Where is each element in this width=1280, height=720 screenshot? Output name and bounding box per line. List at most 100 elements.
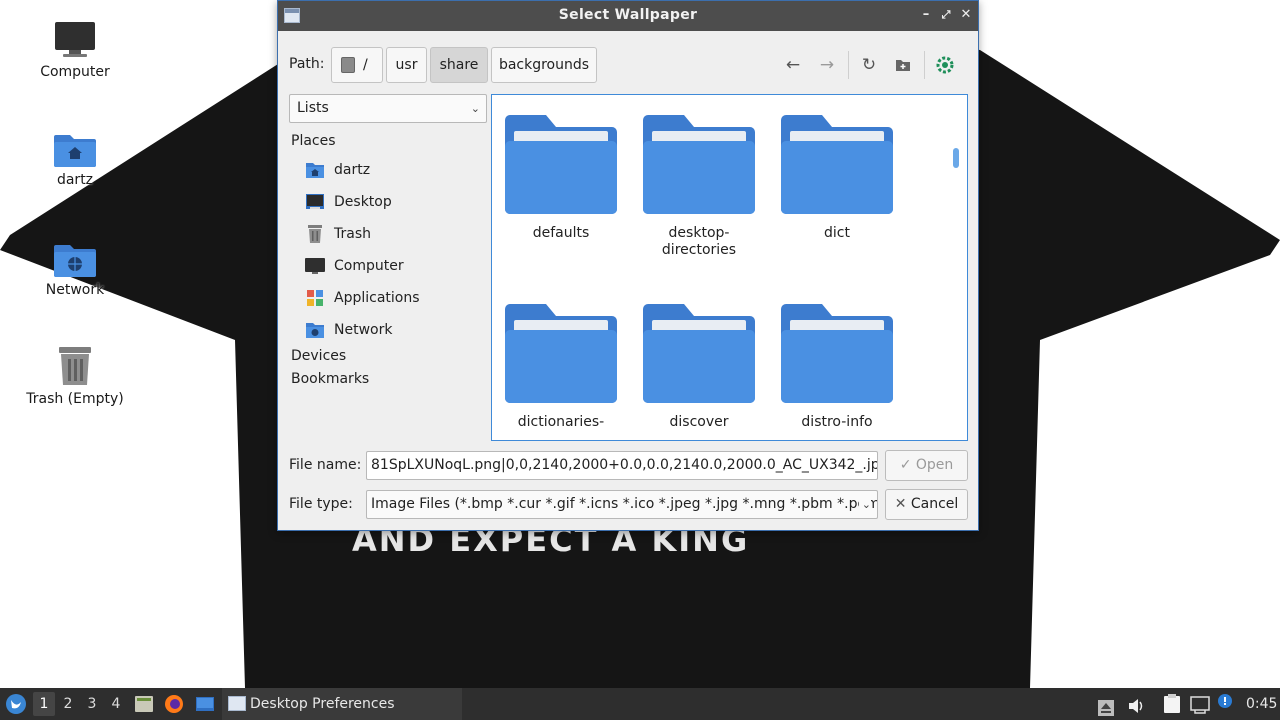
folder-icon [781,115,893,214]
view-mode-select[interactable]: Lists ⌄ [289,94,487,123]
file-view[interactable]: defaults desktop- directories dict dicti… [491,94,968,441]
firefox-icon[interactable] [164,694,184,714]
folder-item[interactable]: desktop- directories [639,113,759,259]
home-folder-icon [306,163,324,178]
close-icon[interactable]: ✕ [958,7,974,23]
network-folder-icon [54,245,96,277]
desktop-icon-computer[interactable]: Computer [25,20,125,80]
desktop-icon-label: Computer [40,64,110,80]
network-status-icon[interactable] [1190,694,1210,714]
desktop-icon-label: Network [45,282,105,298]
workspace-4[interactable]: 4 [105,692,127,716]
folder-item[interactable]: distro-info [777,302,897,431]
maximize-icon[interactable]: ⤢ [938,7,954,23]
checkmark-icon: ✓ [899,457,912,473]
taskbar: 1 2 3 4 Desktop Preferences 0:45 [0,688,1280,720]
place-label: dartz [334,162,371,178]
crumb-label: backgrounds [498,57,590,73]
start-menu-icon[interactable] [5,691,27,717]
desktop-icon-network[interactable]: Network [25,240,125,298]
folder-item[interactable]: defaults [501,113,621,242]
place-label: Applications [334,290,420,306]
file-type-select[interactable]: Image Files (*.bmp *.cur *.gif *.icns *.… [366,490,878,519]
folder-icon [643,115,755,214]
folder-icon [643,304,755,403]
bookmarks-heading: Bookmarks [291,371,370,387]
minimize-icon[interactable]: – [918,7,934,23]
scrollbar-thumb[interactable] [953,148,959,168]
workspace-2[interactable]: 2 [57,692,79,716]
place-label: Network [334,322,393,338]
cancel-button[interactable]: ✕ Cancel [885,489,968,520]
open-button[interactable]: ✓ Open [885,450,968,481]
folder-item[interactable]: dict [777,113,897,242]
crumb-share[interactable]: share [430,47,488,83]
drive-icon [341,57,355,73]
view-mode-value: Lists [297,100,329,116]
file-type-label: File type: [289,496,353,512]
folder-icon [781,304,893,403]
crumb-backgrounds[interactable]: backgrounds [491,47,597,83]
folder-name: dict [824,225,850,241]
desktop-icon [306,194,324,209]
folder-name: desktop- directories [661,225,737,258]
x-icon: ✕ [894,496,907,512]
desktop-icon-label: Trash (Empty) [26,391,124,407]
workspace-3[interactable]: 3 [81,692,103,716]
file-name-label: File name: [289,457,362,473]
folder-icon [505,304,617,403]
toolbar-separator [924,51,925,79]
trash-icon [59,347,91,385]
folder-name: distro-info [801,414,873,430]
path-label: Path: [289,56,325,72]
select-wallpaper-dialog: Select Wallpaper – ⤢ ✕ Path: / usr share… [277,0,979,531]
crumb-root[interactable]: / [331,47,383,83]
crumb-label: share [439,57,479,73]
eject-icon[interactable] [1098,696,1114,716]
open-label: Open [915,457,954,473]
crumb-label: usr [395,57,418,73]
back-icon[interactable]: ← [782,54,804,76]
desktop-icon-trash[interactable]: Trash (Empty) [25,345,125,407]
crumb-usr[interactable]: usr [386,47,427,83]
place-label: Trash [334,226,371,242]
file-name-input[interactable]: 81SpLXUNoqL.png|0,0,2140,2000+0.0,0.0,21… [366,451,878,480]
home-folder-icon [54,135,96,167]
workspace-1[interactable]: 1 [33,692,55,716]
options-gear-icon[interactable] [934,54,956,76]
file-name-value: 81SpLXUNoqL.png|0,0,2140,2000+0.0,0.0,21… [371,457,878,473]
folder-name: defaults [532,225,590,241]
network-folder-icon [306,323,324,338]
folder-icon [505,115,617,214]
new-folder-icon[interactable] [892,54,914,76]
computer-icon [55,22,95,57]
folder-item[interactable]: discover [639,302,759,431]
place-label: Desktop [334,194,392,210]
chevron-down-icon: ⌄ [858,491,871,518]
devices-heading: Devices [291,348,347,364]
refresh-icon[interactable]: ↻ [858,54,880,76]
crumb-label: / [363,57,368,73]
desktop-icon-home[interactable]: dartz [25,130,125,188]
dialog-title: Select Wallpaper [558,7,698,23]
cancel-label: Cancel [910,496,959,512]
computer-icon [305,258,325,274]
clipboard-icon[interactable] [1163,694,1181,714]
file-manager-icon[interactable] [134,694,154,714]
show-desktop-icon[interactable] [195,694,215,714]
chevron-down-icon: ⌄ [470,102,480,115]
clock[interactable]: 0:45 [1246,688,1277,720]
volume-icon[interactable] [1127,695,1145,713]
notification-icon[interactable] [1217,693,1233,715]
task-desktop-preferences[interactable]: Desktop Preferences [222,688,462,720]
folder-name: discover [669,414,729,430]
folder-name: dictionaries- [517,414,605,430]
folder-item[interactable]: dictionaries- [501,302,621,431]
applications-icon [307,290,323,306]
forward-icon[interactable]: → [816,54,838,76]
toolbar-separator [848,51,849,79]
window-icon [228,696,246,711]
trash-icon [308,225,322,243]
titlebar[interactable]: Select Wallpaper – ⤢ ✕ [278,1,978,31]
task-label: Desktop Preferences [250,696,395,712]
